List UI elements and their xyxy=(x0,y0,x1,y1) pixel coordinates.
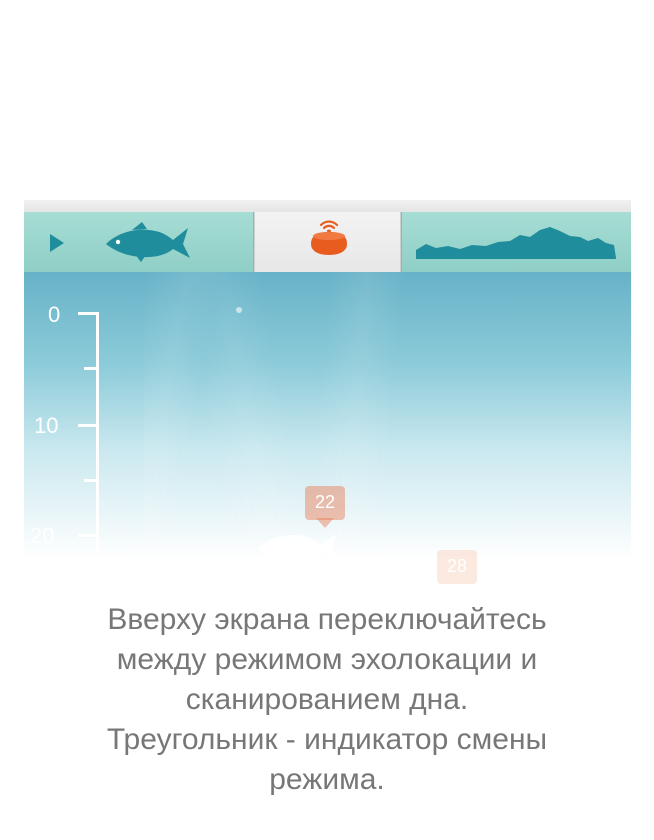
device-screen: 0 10 20 22 28 xyxy=(24,200,631,640)
fish-depth-tag: 22 xyxy=(305,486,345,520)
light-sparkle xyxy=(236,307,242,313)
depth-label-0: 0 xyxy=(48,302,61,327)
caption-line: сканированием дна. xyxy=(185,683,469,716)
caption-line: Вверху экрана переключайтесь xyxy=(107,603,547,636)
fish-mark-icon xyxy=(258,534,338,562)
fish-depth-tag: 28 xyxy=(437,550,477,584)
sonar-view: 0 10 20 22 28 xyxy=(24,272,631,640)
caption-line: режима. xyxy=(269,763,385,796)
depth-tick-15 xyxy=(84,479,99,482)
depth-tick-20 xyxy=(78,534,99,537)
depth-tick-5 xyxy=(84,367,99,370)
mode-tabs xyxy=(24,212,631,272)
bottom-profile-icon xyxy=(416,227,616,259)
instruction-caption: Вверху экрана переключайтесь между режим… xyxy=(0,600,654,800)
depth-tick-10 xyxy=(78,424,99,427)
fish-icon xyxy=(106,222,190,262)
depth-label-20: 20 xyxy=(30,523,55,548)
light-rays xyxy=(144,272,524,572)
tab-sonar-device[interactable] xyxy=(254,212,401,272)
depth-scale-axis xyxy=(96,312,99,640)
tab-fish-mode[interactable] xyxy=(24,212,254,272)
sonar-buoy-icon xyxy=(311,220,347,255)
fish-tag-pointer xyxy=(316,518,334,528)
tab-bottom-scan[interactable] xyxy=(401,212,631,272)
caption-line: Треугольник - индикатор смены xyxy=(106,723,548,756)
triangle-play-icon xyxy=(50,234,64,252)
depth-label-10: 10 xyxy=(34,413,59,438)
caption-line: между режимом эхолокации и xyxy=(116,643,538,676)
